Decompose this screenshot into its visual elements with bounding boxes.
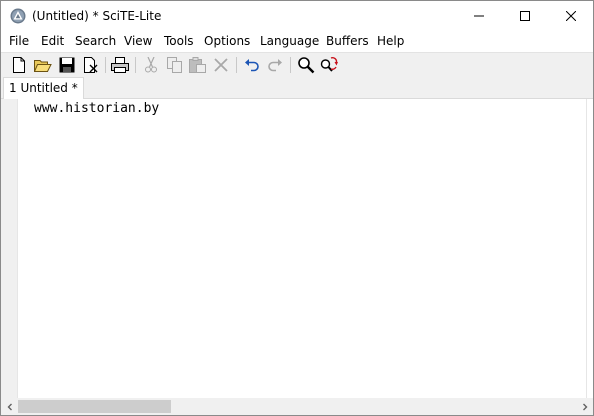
toolbar bbox=[1, 52, 593, 77]
delete-button[interactable] bbox=[212, 56, 230, 74]
new-file-icon bbox=[13, 57, 25, 73]
cut-icon bbox=[145, 57, 157, 73]
menu-language[interactable]: Language bbox=[260, 34, 319, 48]
close-icon bbox=[566, 11, 576, 21]
minimize-icon bbox=[474, 15, 484, 17]
menu-buffers[interactable]: Buffers bbox=[326, 34, 369, 48]
replace-button[interactable] bbox=[320, 56, 338, 74]
toolbar-separator bbox=[236, 57, 237, 73]
line-number-margin bbox=[1, 99, 17, 398]
title-bar[interactable]: (Untitled) * SciTE-Lite bbox=[1, 1, 593, 31]
menu-options[interactable]: Options bbox=[204, 34, 250, 48]
menu-help[interactable]: Help bbox=[377, 34, 404, 48]
editor-right-edge bbox=[586, 99, 593, 398]
scroll-left-button[interactable] bbox=[1, 398, 18, 415]
close-file-button[interactable] bbox=[82, 56, 100, 74]
new-file-button[interactable] bbox=[10, 56, 28, 74]
fold-margin[interactable] bbox=[17, 99, 31, 398]
scite-app-icon[interactable] bbox=[10, 8, 26, 24]
paste-button[interactable] bbox=[189, 56, 207, 74]
menu-view[interactable]: View bbox=[124, 34, 152, 48]
find-icon bbox=[298, 57, 315, 74]
tab-untitled[interactable]: 1 Untitled * bbox=[3, 77, 84, 99]
toolbar-separator bbox=[135, 57, 136, 73]
text-area[interactable]: www.historian.by bbox=[32, 99, 586, 398]
menu-bar: File Edit Search View Tools Options Lang… bbox=[1, 31, 593, 51]
replace-icon bbox=[320, 57, 338, 72]
paste-icon bbox=[189, 57, 206, 73]
maximize-button[interactable] bbox=[502, 1, 548, 31]
delete-icon bbox=[214, 58, 228, 72]
text-line[interactable]: www.historian.by bbox=[34, 101, 159, 116]
open-folder-icon bbox=[34, 60, 52, 72]
find-button[interactable] bbox=[297, 56, 315, 74]
cut-button[interactable] bbox=[142, 56, 160, 74]
undo-icon bbox=[245, 59, 259, 72]
redo-icon bbox=[268, 59, 282, 72]
horizontal-scroll-thumb[interactable] bbox=[18, 400, 171, 413]
save-icon bbox=[59, 57, 75, 73]
print-button[interactable] bbox=[111, 56, 129, 74]
close-button[interactable] bbox=[548, 1, 594, 31]
print-icon bbox=[111, 57, 129, 73]
maximize-icon bbox=[520, 11, 530, 21]
copy-button[interactable] bbox=[166, 56, 184, 74]
close-file-icon bbox=[84, 57, 98, 73]
copy-icon bbox=[167, 57, 182, 73]
toolbar-separator bbox=[290, 57, 291, 73]
save-button[interactable] bbox=[58, 56, 76, 74]
scite-window: (Untitled) * SciTE-Lite File Edit Search… bbox=[0, 0, 594, 416]
redo-button[interactable] bbox=[266, 56, 284, 74]
menu-edit[interactable]: Edit bbox=[41, 34, 64, 48]
menu-tools[interactable]: Tools bbox=[164, 34, 194, 48]
horizontal-scrollbar[interactable] bbox=[1, 398, 593, 415]
toolbar-separator bbox=[105, 57, 106, 73]
minimize-button[interactable] bbox=[456, 1, 502, 31]
editor-pane[interactable]: www.historian.by bbox=[1, 99, 593, 398]
chevron-left-icon bbox=[7, 403, 12, 410]
menu-file[interactable]: File bbox=[9, 34, 29, 48]
chevron-right-icon bbox=[582, 403, 587, 410]
buffer-tab-strip: 1 Untitled * bbox=[1, 77, 593, 99]
undo-button[interactable] bbox=[243, 56, 261, 74]
window-title: (Untitled) * SciTE-Lite bbox=[32, 9, 162, 23]
open-file-button[interactable] bbox=[34, 56, 52, 74]
menu-search[interactable]: Search bbox=[75, 34, 116, 48]
scroll-right-button[interactable] bbox=[576, 398, 593, 415]
